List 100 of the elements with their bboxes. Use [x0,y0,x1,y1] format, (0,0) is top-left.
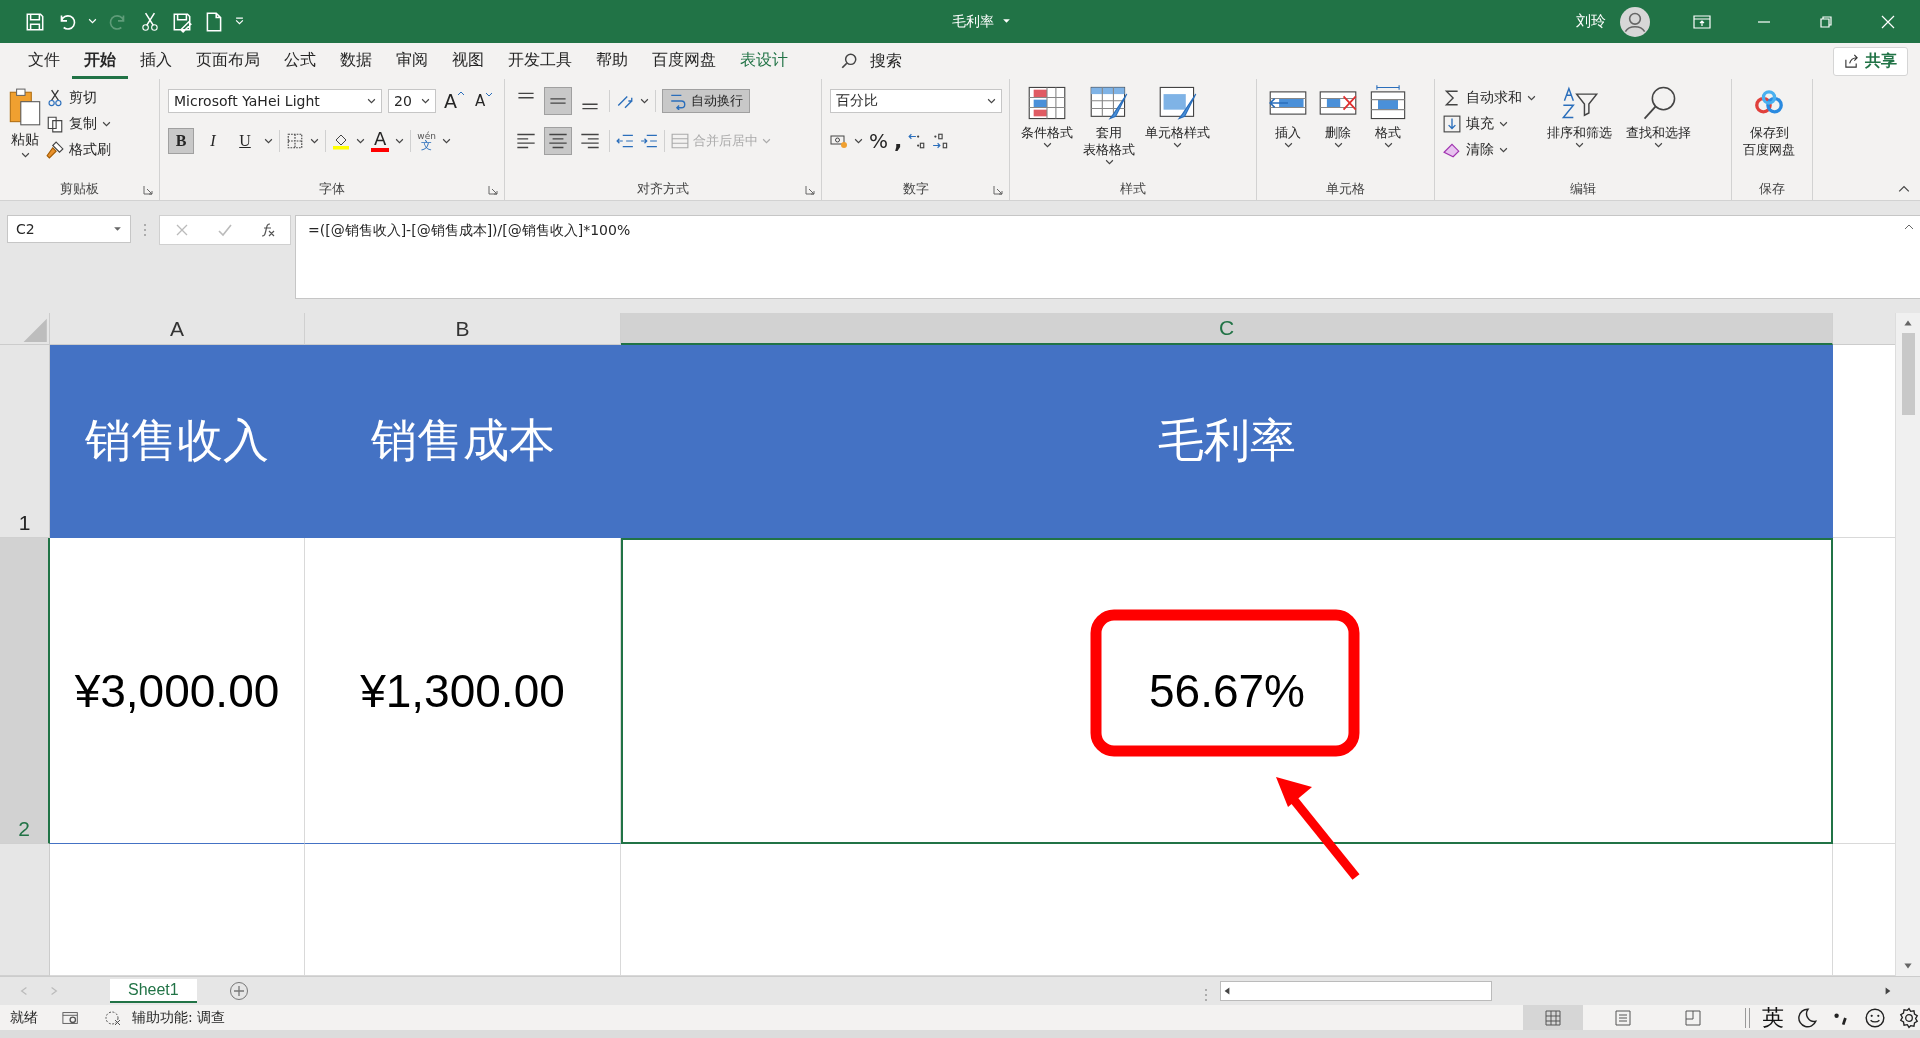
caret-icon[interactable] [854,136,863,146]
menu-tab[interactable]: 公式 [272,43,328,79]
collapse-ribbon-icon[interactable] [1898,184,1910,194]
window-title[interactable]: 毛利率 [952,12,994,31]
avatar-icon[interactable] [1620,6,1650,37]
down-caret-icon [485,92,494,98]
font-size-dropdown[interactable]: 20 [388,89,436,113]
column-header[interactable]: B [305,313,621,345]
function-icon[interactable] [260,222,277,238]
phonetic-button[interactable]: wén 文 [417,131,436,151]
caret-icon[interactable] [310,136,319,146]
menu-tab[interactable]: 百度网盘 [640,43,728,79]
macro-record-icon[interactable] [62,1009,80,1026]
ribbon-button[interactable]: 删除 [1315,83,1361,150]
percent-button[interactable]: % [869,129,888,153]
dialog-launcher-icon[interactable] [488,185,498,195]
menu-tab[interactable]: 页面布局 [184,43,272,79]
user-name[interactable]: 刘玲 [1576,12,1606,31]
menu-tab[interactable]: 开发工具 [496,43,584,79]
share-button[interactable]: 共享 [1833,46,1908,76]
editing-button[interactable]: 填充 [1443,113,1536,135]
menu-tab[interactable]: 表设计 [728,43,800,79]
menu-tab[interactable]: 插入 [128,43,184,79]
fill-color-icon[interactable] [332,132,350,150]
search-icon[interactable] [840,52,858,70]
clipboard-button[interactable]: 剪切 [46,87,111,109]
clipboard-button[interactable]: 格式刷 [46,139,111,161]
caret-icon [102,119,111,129]
ribbon-button[interactable]: 排序和筛选 [1544,83,1615,150]
row-header[interactable]: 1 [0,345,50,538]
caret-icon[interactable] [441,136,451,146]
menu-tab[interactable]: 数据 [328,43,384,79]
column-header[interactable]: A [50,313,305,345]
font-name-dropdown[interactable]: Microsoft YaHei Light [168,89,382,113]
clipboard-button[interactable]: 复制 [46,113,111,135]
sheet-tab[interactable]: Sheet1 [110,979,197,1003]
horizontal-scrollbar[interactable] [1220,981,1492,1001]
scissors-icon [46,89,64,107]
ribbon-button[interactable]: 格式 [1365,83,1411,150]
scissors-icon[interactable] [139,10,161,33]
format-toggle[interactable]: U [232,128,258,154]
wrap-text-button[interactable]: 自动换行 [662,89,750,113]
caret-icon[interactable] [264,136,273,146]
border-icon[interactable] [286,132,304,150]
decrease-font-button[interactable]: A [473,92,496,110]
dialog-launcher-icon[interactable] [805,185,815,195]
decrease-indent-icon[interactable] [616,132,634,150]
editing-button[interactable]: 自动求和 [1443,87,1536,109]
settings-icon[interactable] [1898,1006,1920,1029]
customize-icon[interactable] [235,17,244,26]
row-header[interactable]: 2 [0,538,50,844]
check-icon[interactable] [217,222,233,238]
expand-icon[interactable] [1904,223,1914,231]
ribbon-button[interactable]: 单元格样式 [1142,83,1213,150]
group-label: 编辑 [1570,180,1596,198]
menu-tab[interactable]: 帮助 [584,43,640,79]
ribbon-button[interactable]: 保存到 百度网盘 [1740,83,1798,158]
scroll-thumb[interactable] [1901,333,1915,415]
moon-icon[interactable] [1796,1006,1818,1029]
menu-tab[interactable]: 审阅 [384,43,440,79]
caret-icon [1499,119,1508,129]
input-mode-indicator[interactable]: 英 [1762,1002,1784,1033]
ribbon-button[interactable]: 套用 表格格式 [1080,83,1138,167]
caret-icon[interactable] [1002,17,1011,26]
format-toggle[interactable]: B [168,128,194,154]
increase-font-button[interactable]: A [442,90,467,112]
add-sheet-icon[interactable] [228,981,249,1001]
menu-tab[interactable]: 文件 [16,43,72,79]
caret-icon[interactable] [356,136,365,146]
ribbon-button[interactable]: 查找和选择 [1623,83,1694,150]
paste-button[interactable]: 粘贴 [8,83,42,160]
dialog-launcher-icon[interactable] [143,185,153,195]
caret-icon[interactable] [395,136,405,146]
group-label: 对齐方式 [637,180,689,198]
group-label: 字体 [319,180,345,198]
currency-icon[interactable] [830,132,848,150]
number-format-dropdown[interactable]: 百分比 [830,89,1002,113]
accessibility-status[interactable]: 辅助功能: 调查 [132,1008,226,1027]
merge-icon [671,132,689,150]
dialog-launcher-icon[interactable] [993,185,1003,195]
normal-view-icon[interactable] [1523,1004,1583,1031]
ribbon-button[interactable]: 插入 [1265,83,1311,150]
format-toggle[interactable]: I [200,128,226,154]
font-color-button[interactable]: A [371,130,390,152]
formula-field[interactable]: =([@销售收入]-[@销售成本])/[@销售收入]*100% [295,215,1920,299]
column-header[interactable]: C [621,313,1833,345]
name-box[interactable]: C2 [7,215,131,243]
search-label[interactable]: 搜索 [870,50,902,72]
horizontal-align-icon[interactable] [545,128,571,154]
increase-decimal-icon[interactable] [908,132,927,150]
increase-indent-icon[interactable] [640,132,658,150]
smiley-icon[interactable] [1864,1006,1886,1029]
accessibility-icon[interactable] [104,1009,122,1026]
caret-icon[interactable] [88,17,97,26]
menu-tab[interactable]: 视图 [440,43,496,79]
menu-tab[interactable]: 开始 [72,43,128,79]
ribbon-button[interactable]: 条件格式 [1018,83,1076,150]
editing-button[interactable]: 清除 [1443,139,1536,161]
caret-icon[interactable] [640,96,649,106]
comma-style-button[interactable]: , [894,132,903,150]
